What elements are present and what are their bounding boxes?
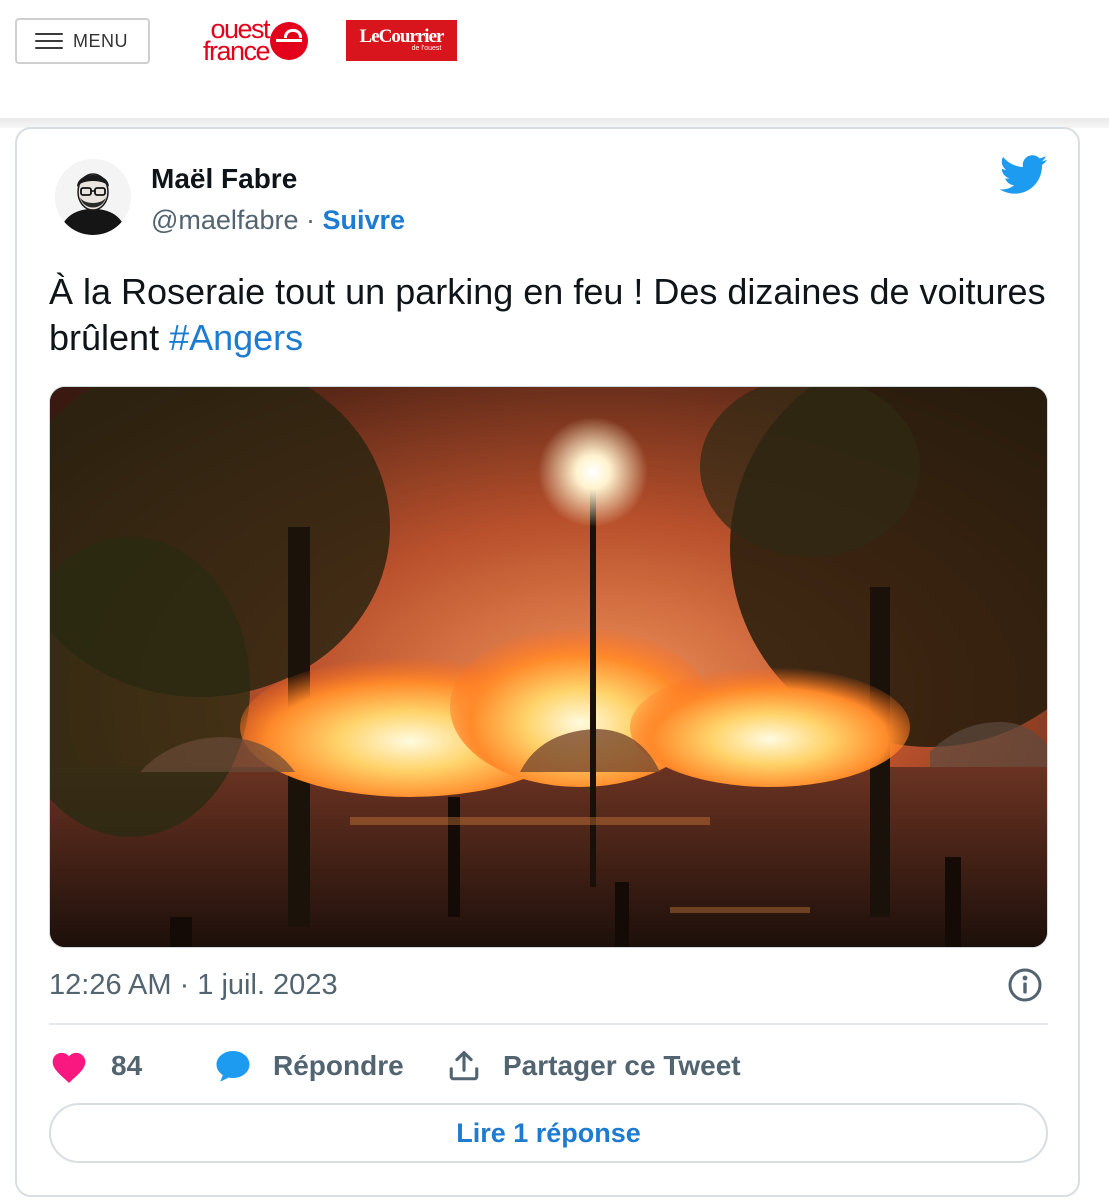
share-action[interactable]: Partager ce Tweet: [447, 1041, 741, 1091]
ouest-france-mark-icon: [270, 22, 308, 60]
tweet-divider: [49, 1023, 1048, 1025]
tweet-timestamp[interactable]: 12:26 AM · 1 juil. 2023: [49, 969, 338, 1002]
menu-button[interactable]: MENU: [15, 18, 150, 64]
handle-row: @maelfabre · Suivre: [151, 205, 405, 236]
reply-bubble-icon: [216, 1051, 250, 1082]
author-name[interactable]: Maël Fabre: [151, 163, 297, 195]
ouest-logo-line2: france: [202, 36, 271, 66]
likes-count: 84: [111, 1050, 143, 1081]
reply-label: Répondre: [273, 1050, 404, 1081]
read-replies-button[interactable]: Lire 1 réponse: [49, 1103, 1048, 1163]
share-icon: [449, 1050, 479, 1081]
follow-link[interactable]: Suivre: [322, 205, 405, 235]
tweet-text: À la Roseraie tout un parking en feu ! D…: [49, 269, 1049, 361]
tweet-photo[interactable]: [49, 386, 1048, 948]
menu-label: MENU: [73, 30, 128, 51]
le-courrier-logo[interactable]: LeCourrier de l'ouest: [346, 20, 457, 61]
courrier-logo-name: LeCourrier: [359, 26, 445, 47]
share-label: Partager ce Tweet: [503, 1050, 741, 1081]
handle-separator: ·: [298, 205, 323, 235]
ouest-france-logo[interactable]: ouest france: [173, 14, 309, 68]
tweet-action-bar: 84 Répondre Partager ce Tweet: [49, 1041, 1048, 1091]
heart-icon: [52, 1052, 86, 1084]
site-header: MENU ouest france LeCourrier de l'ouest: [0, 0, 1109, 122]
like-action[interactable]: 84: [49, 1041, 142, 1091]
author-handle[interactable]: @maelfabre: [151, 205, 298, 235]
avatar[interactable]: [55, 159, 131, 235]
twitter-bird-icon[interactable]: [999, 155, 1048, 195]
hashtag-link[interactable]: #Angers: [169, 317, 303, 358]
hamburger-icon: [35, 32, 63, 50]
embedded-tweet: Maël Fabre @maelfabre · Suivre À la Rose…: [15, 127, 1080, 1197]
reply-action[interactable]: Répondre: [215, 1041, 404, 1091]
info-icon[interactable]: [1007, 967, 1043, 1003]
